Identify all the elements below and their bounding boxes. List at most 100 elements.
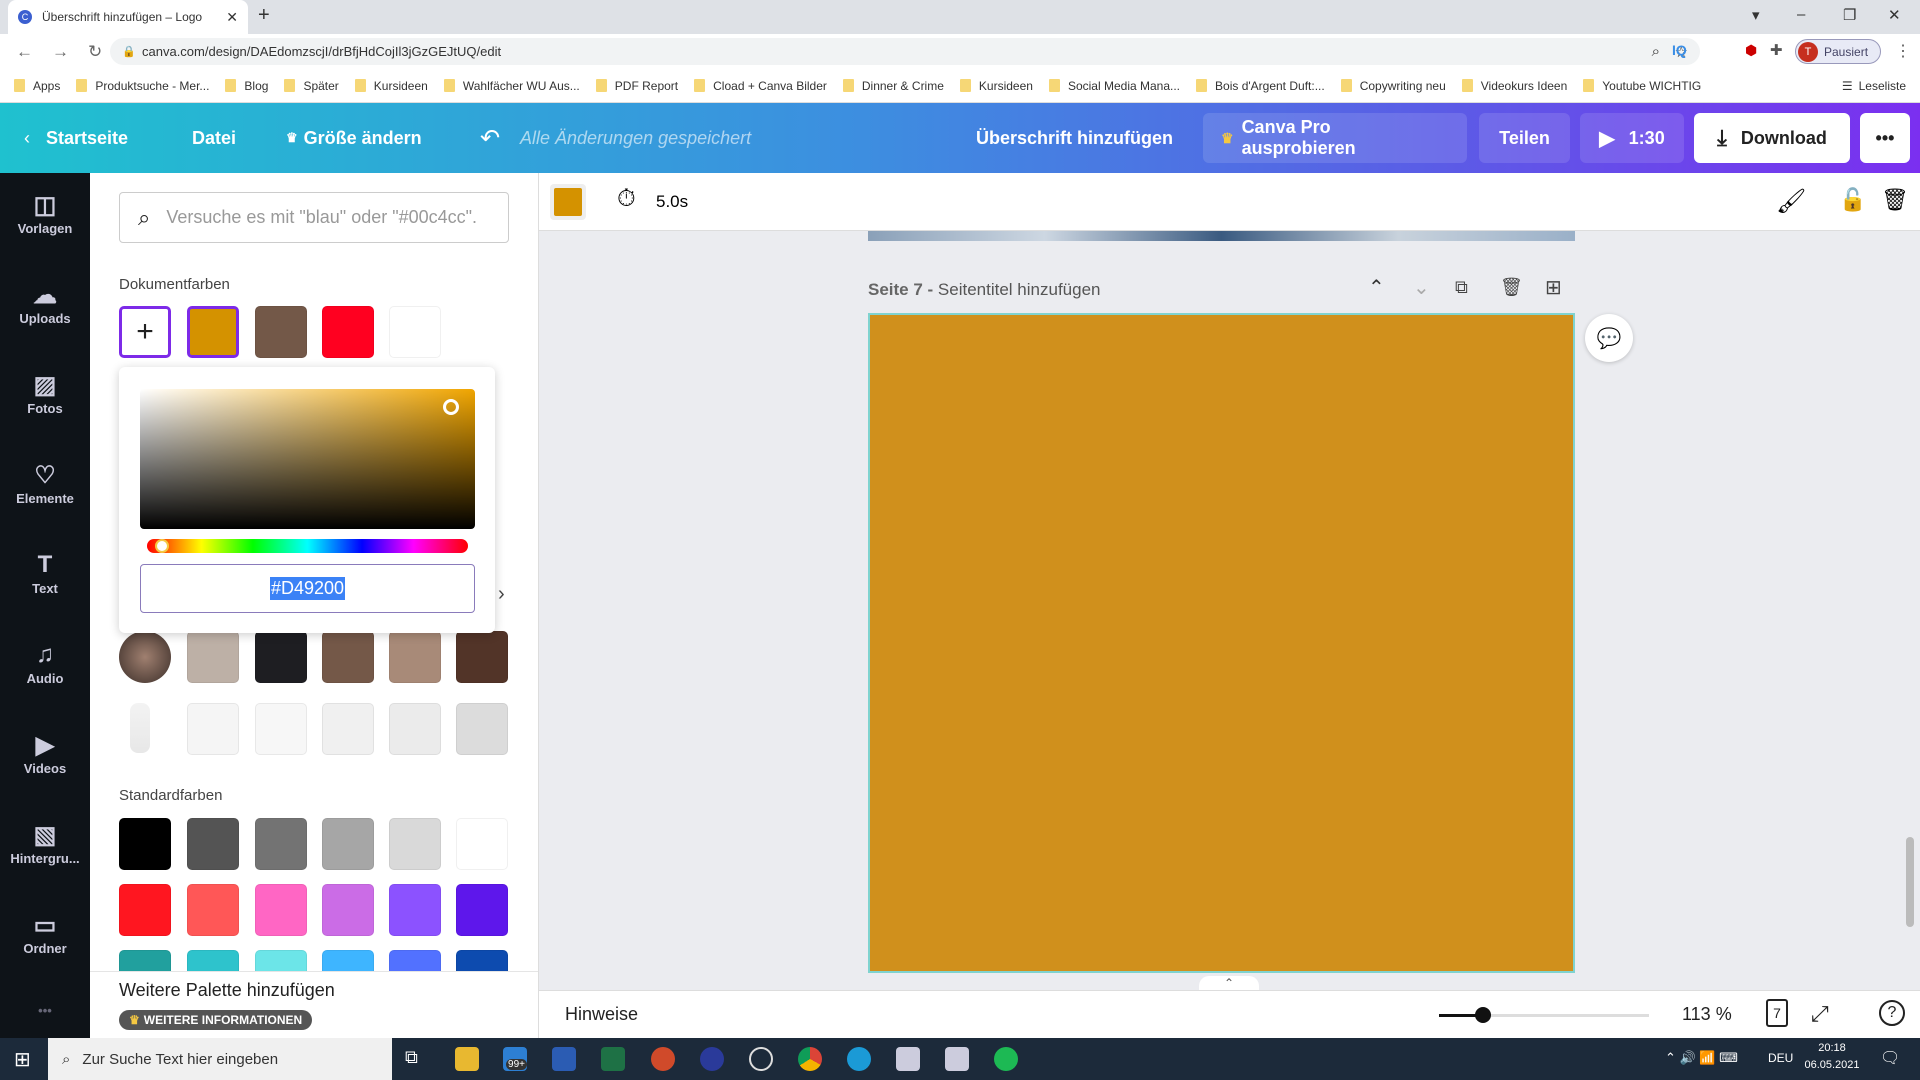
standard-color-swatch[interactable] [255, 818, 307, 870]
adblock-icon[interactable]: ⬢ [1745, 42, 1757, 59]
add-comment-icon[interactable]: 💬 [1585, 314, 1633, 362]
bookmark-item[interactable]: Kursideen [959, 79, 1033, 93]
browser-tab[interactable]: C Überschrift hinzufügen – Logo ✕ [8, 0, 248, 34]
standard-color-swatch[interactable] [187, 818, 239, 870]
hue-slider[interactable] [147, 539, 468, 553]
extension-iq-icon[interactable]: IQ [1672, 42, 1687, 58]
language-indicator[interactable]: DEU [1768, 1051, 1793, 1065]
standard-color-swatch[interactable] [456, 818, 508, 870]
bookmark-item[interactable]: Bois d'Argent Duft:... [1196, 79, 1325, 93]
edge-icon[interactable] [847, 1047, 871, 1071]
bookmark-item[interactable]: Kursideen [354, 79, 428, 93]
profile-button[interactable]: T Pausiert [1795, 39, 1881, 64]
app-icon[interactable] [896, 1047, 920, 1071]
add-color-button[interactable]: + [119, 306, 171, 358]
close-window-icon[interactable]: ✕ [1888, 6, 1901, 24]
bookmark-item[interactable]: Wahlfächer WU Aus... [443, 79, 580, 93]
forward-icon[interactable]: → [52, 42, 72, 62]
present-button[interactable]: ▶ 1:30 [1580, 113, 1684, 163]
duration-value[interactable]: 5.0s [656, 192, 688, 212]
photo-color-swatch[interactable] [187, 703, 239, 755]
bookmark-item[interactable]: Später [284, 79, 339, 93]
windows-start-icon[interactable]: ⊞ [14, 1047, 31, 1072]
rail-item-fotos[interactable]: ▨ Fotos [0, 371, 90, 416]
extensions-icon[interactable]: ✚ [1770, 41, 1783, 59]
more-info-badge[interactable]: ♛ WEITERE INFORMATIONEN [119, 1010, 313, 1030]
file-explorer-icon[interactable] [455, 1047, 479, 1071]
photo-color-swatch[interactable] [187, 631, 239, 683]
bookmark-item[interactable]: Social Media Mana... [1048, 79, 1180, 93]
document-color-swatch[interactable] [389, 306, 441, 358]
share-button[interactable]: Teilen [1479, 113, 1570, 163]
taskbar-search[interactable]: ⌕ Zur Suche Text hier eingeben [48, 1038, 392, 1080]
powerpoint-icon[interactable] [651, 1047, 675, 1071]
rail-item-vorlagen[interactable]: ◫ Vorlagen [0, 191, 90, 236]
app-icon[interactable] [945, 1047, 969, 1071]
document-color-swatch[interactable] [255, 306, 307, 358]
photo-thumbnail[interactable] [119, 631, 171, 683]
hex-color-input[interactable]: #D49200 [140, 564, 475, 613]
rail-item-uploads[interactable]: ☁ Uploads [0, 281, 90, 326]
reading-list[interactable]: ☰ Leseliste [1842, 79, 1906, 93]
saturation-brightness-area[interactable] [140, 389, 475, 529]
document-color-swatch[interactable] [187, 306, 239, 358]
hue-slider-handle[interactable] [155, 539, 169, 553]
task-view-icon[interactable]: ⧉ [405, 1047, 418, 1068]
more-apps-icon[interactable]: ••• [0, 1003, 90, 1018]
obs-icon[interactable] [749, 1047, 773, 1071]
bookmark-item[interactable]: PDF Report [595, 79, 678, 93]
photo-color-swatch[interactable] [255, 631, 307, 683]
paint-roller-icon[interactable]: 🖌 [1776, 187, 1806, 216]
bookmark-item[interactable]: Youtube WICHTIG [1583, 79, 1701, 93]
move-page-down-icon[interactable]: ⌄ [1413, 275, 1430, 300]
close-tab-icon[interactable]: ✕ [226, 9, 238, 26]
zoom-icon[interactable]: ⌕ [1652, 43, 1660, 60]
notifications-icon[interactable]: 🗨 [1880, 1048, 1900, 1068]
zoom-slider-handle[interactable] [1475, 1007, 1492, 1023]
profile-menu-icon[interactable]: ▾ [1752, 6, 1760, 24]
standard-color-swatch[interactable] [389, 884, 441, 936]
photo-thumbnail[interactable] [130, 703, 150, 753]
system-tray-icons[interactable]: ⌃ 🔊 📶 ⌨ [1665, 1050, 1738, 1066]
mail-icon[interactable]: 99+ [503, 1047, 527, 1071]
photo-color-swatch[interactable] [322, 703, 374, 755]
clock-time[interactable]: 20:18 [1807, 1042, 1857, 1054]
color-swatch-button[interactable] [550, 184, 586, 220]
delete-page-icon[interactable]: 🗑 [1500, 277, 1523, 298]
chrome-icon[interactable] [798, 1047, 822, 1071]
rail-item-videos[interactable]: ▶ Videos [0, 731, 90, 776]
reload-icon[interactable]: ↻ [88, 42, 108, 62]
document-color-swatch[interactable] [322, 306, 374, 358]
standard-color-swatch[interactable] [322, 884, 374, 936]
standard-color-swatch[interactable] [456, 884, 508, 936]
standard-color-swatch[interactable] [119, 818, 171, 870]
color-picker-handle[interactable] [443, 399, 459, 415]
clock-date[interactable]: 06.05.2021 [1800, 1059, 1864, 1071]
file-menu-button[interactable]: Datei [174, 113, 254, 163]
bookmark-item[interactable]: Produktsuche - Mer... [76, 79, 209, 93]
more-options-button[interactable]: ••• [1860, 113, 1910, 163]
show-pages-toggle[interactable]: ⌃ [1199, 976, 1259, 990]
notes-button[interactable]: Hinweise [565, 1004, 638, 1025]
trash-icon[interactable]: 🗑 [1881, 187, 1909, 213]
standard-color-swatch[interactable] [119, 884, 171, 936]
bookmark-item[interactable]: Copywriting neu [1340, 79, 1446, 93]
word-icon[interactable] [552, 1047, 576, 1071]
standard-color-swatch[interactable] [322, 818, 374, 870]
zoom-slider[interactable] [1439, 1007, 1649, 1023]
home-button[interactable]: ‹ Startseite [10, 113, 142, 163]
resize-button[interactable]: ♛ Größe ändern [268, 113, 440, 163]
rail-item-hintergru[interactable]: ▧ Hintergru... [0, 821, 90, 866]
bookmark-item[interactable]: Dinner & Crime [842, 79, 944, 93]
photo-color-swatch[interactable] [389, 631, 441, 683]
bookmark-item[interactable]: Blog [225, 79, 268, 93]
duplicate-page-icon[interactable]: ⧉ [1455, 277, 1468, 298]
previous-page-preview[interactable] [868, 231, 1575, 241]
help-icon[interactable]: ? [1879, 1000, 1905, 1026]
new-tab-icon[interactable]: + [258, 4, 270, 27]
standard-color-swatch[interactable] [255, 884, 307, 936]
standard-color-swatch[interactable] [187, 884, 239, 936]
bookmark-item[interactable]: Cload + Canva Bilder [694, 79, 827, 93]
restore-icon[interactable]: ❐ [1843, 6, 1856, 24]
vertical-scrollbar[interactable] [1906, 837, 1914, 927]
